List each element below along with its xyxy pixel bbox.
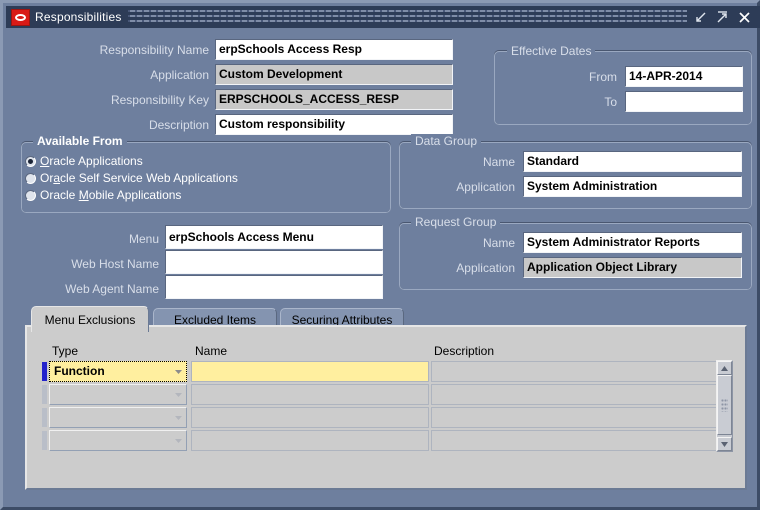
radio-oracle-self-service-web-applications[interactable]: Oracle Self Service Web Applications bbox=[25, 171, 238, 185]
responsibility-key-input[interactable]: ERPSCHOOLS_ACCESS_RESP bbox=[215, 89, 453, 110]
column-header-type: Type bbox=[52, 344, 79, 358]
column-header-description: Description bbox=[434, 344, 495, 358]
radio-oracle-self-service-web-applications-label: Oracle Self Service Web Applications bbox=[40, 171, 238, 185]
chevron-down-icon[interactable] bbox=[172, 365, 185, 378]
web-agent-name-label: Web Agent Name bbox=[65, 282, 159, 296]
request-group-application-label: Application bbox=[456, 261, 515, 275]
grid-cell-name-row-2[interactable] bbox=[191, 384, 429, 405]
radio-oracle-applications-marker bbox=[25, 155, 36, 167]
request-group-title: Request Group bbox=[411, 215, 501, 229]
title-bar-texture bbox=[127, 10, 687, 24]
to-label: To bbox=[604, 95, 617, 109]
scrollbar-thumb[interactable] bbox=[717, 375, 732, 435]
data-group-name-input[interactable]: Standard bbox=[523, 151, 742, 172]
effective-from-input[interactable]: 14-APR-2014 bbox=[625, 66, 743, 87]
responsibility-name-label: Responsibility Name bbox=[99, 43, 209, 57]
grid-cell-name-row-3[interactable] bbox=[191, 407, 429, 428]
close-icon[interactable] bbox=[737, 10, 752, 25]
grid-cell-type-row-1-text: Function bbox=[54, 364, 105, 378]
minimize-icon[interactable] bbox=[693, 10, 708, 25]
radio-oracle-applications-label: Oracle Applications bbox=[40, 154, 143, 168]
title-bar: Responsibilities bbox=[6, 6, 760, 28]
window-controls bbox=[693, 10, 752, 25]
tab-menu-exclusions[interactable]: Menu Exclusions bbox=[31, 306, 149, 332]
effective-dates-title: Effective Dates bbox=[507, 44, 596, 58]
record-indicator-row-3 bbox=[42, 408, 47, 427]
radio-oracle-applications[interactable]: Oracle Applications bbox=[25, 154, 143, 168]
record-indicator-row-1 bbox=[42, 362, 47, 381]
application-label: Application bbox=[150, 68, 209, 82]
from-label: From bbox=[589, 70, 617, 84]
responsibilities-window: Responsibilities Responsibility Name erp… bbox=[0, 0, 760, 510]
grid-cell-type-row-1[interactable]: Function bbox=[49, 361, 187, 382]
maximize-icon[interactable] bbox=[715, 10, 730, 25]
menu-label: Menu bbox=[128, 232, 159, 246]
radio-oracle-mobile-applications-label: Oracle Mobile Applications bbox=[40, 188, 182, 202]
scroll-up-button[interactable] bbox=[717, 361, 732, 375]
grid-cell-type-row-4[interactable] bbox=[49, 430, 187, 451]
chevron-down-icon[interactable] bbox=[172, 388, 185, 401]
effective-dates-group bbox=[494, 50, 752, 125]
responsibility-name-input[interactable]: erpSchools Access Resp bbox=[215, 39, 453, 60]
request-group-application-input[interactable]: Application Object Library bbox=[523, 257, 742, 278]
application-input[interactable]: Custom Development bbox=[215, 64, 453, 85]
scroll-down-button[interactable] bbox=[717, 437, 732, 451]
grid-cell-description-row-2[interactable] bbox=[431, 384, 721, 405]
radio-oracle-mobile-applications[interactable]: Oracle Mobile Applications bbox=[25, 188, 181, 202]
description-label: Description bbox=[148, 118, 209, 132]
window-title: Responsibilities bbox=[35, 10, 122, 24]
description-input[interactable]: Custom responsibility bbox=[215, 114, 453, 135]
scrollbar-grip bbox=[721, 398, 728, 412]
record-indicator-row-4 bbox=[42, 431, 47, 450]
grid-cell-name-row-4[interactable] bbox=[191, 430, 429, 451]
record-indicator-row-2 bbox=[42, 385, 47, 404]
available-from-title: Available From bbox=[33, 134, 127, 148]
radio-oracle-self-service-web-applications-marker bbox=[25, 172, 36, 184]
column-header-name: Name bbox=[195, 344, 228, 358]
request-group-name-input[interactable]: System Administrator Reports bbox=[523, 232, 742, 253]
data-group-application-label: Application bbox=[456, 180, 515, 194]
grid-cell-type-row-3[interactable] bbox=[49, 407, 187, 428]
grid-cell-description-row-1[interactable] bbox=[431, 361, 721, 382]
request-group-name-label: Name bbox=[482, 236, 515, 250]
grid-cell-description-row-3[interactable] bbox=[431, 407, 721, 428]
grid-cell-name-row-1[interactable] bbox=[191, 361, 429, 382]
menu-input[interactable]: erpSchools Access Menu bbox=[165, 225, 383, 249]
effective-to-input[interactable] bbox=[625, 91, 743, 112]
web-host-name-input[interactable] bbox=[165, 250, 383, 274]
data-group-title: Data Group bbox=[411, 134, 482, 148]
grid-cell-type-row-2[interactable] bbox=[49, 384, 187, 405]
data-group-name-label: Name bbox=[482, 155, 515, 169]
chevron-down-icon[interactable] bbox=[172, 434, 185, 447]
radio-oracle-mobile-applications-marker bbox=[25, 189, 36, 201]
oracle-logo-icon bbox=[11, 8, 30, 26]
web-agent-name-input[interactable] bbox=[165, 275, 383, 299]
responsibility-key-label: Responsibility Key bbox=[110, 93, 209, 107]
web-host-name-label: Web Host Name bbox=[71, 257, 159, 271]
data-group-application-input[interactable]: System Administration bbox=[523, 176, 742, 197]
grid-cell-description-row-4[interactable] bbox=[431, 430, 721, 451]
chevron-down-icon[interactable] bbox=[172, 411, 185, 424]
